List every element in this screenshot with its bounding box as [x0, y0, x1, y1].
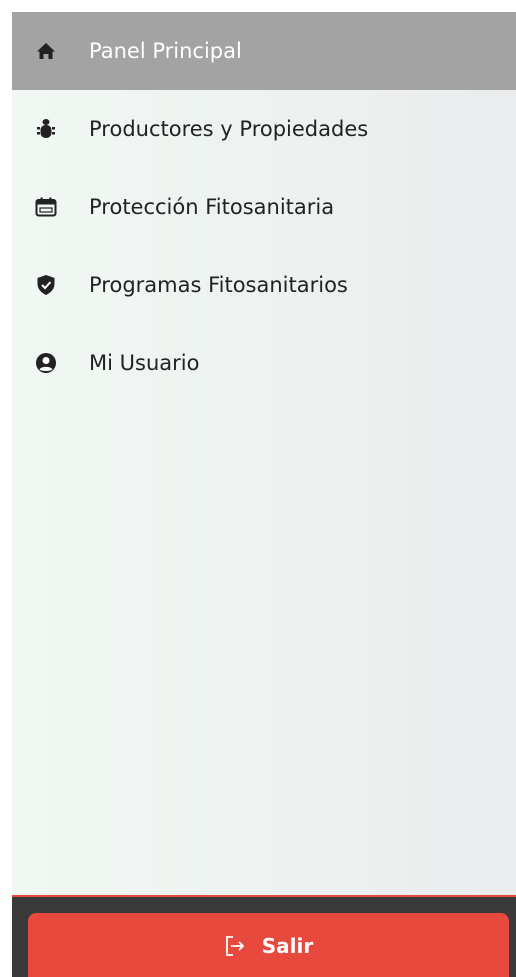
user-circle-icon — [35, 352, 57, 374]
sidebar-item-label: Productores y Propiedades — [89, 117, 369, 141]
sidebar-item-mi-usuario[interactable]: Mi Usuario — [12, 324, 516, 402]
logout-button[interactable]: Salir — [28, 913, 509, 977]
sidebar-item-label: Mi Usuario — [89, 351, 200, 375]
calendar-icon — [35, 196, 57, 218]
sidebar-footer: Salir — [12, 895, 516, 977]
home-icon — [35, 40, 57, 62]
sidebar-item-programas[interactable]: Programas Fitosanitarios — [12, 246, 516, 324]
sidebar-item-label: Programas Fitosanitarios — [89, 273, 348, 297]
logout-label: Salir — [261, 934, 314, 958]
sidebar-item-proteccion[interactable]: Protección Fitosanitaria — [12, 168, 516, 246]
sidebar-item-label: Panel Principal — [89, 39, 242, 63]
sidebar-item-label: Protección Fitosanitaria — [89, 195, 335, 219]
sidebar: Panel Principal Productores y Propiedade… — [12, 12, 516, 977]
sidebar-item-panel-principal[interactable]: Panel Principal — [12, 12, 516, 90]
shield-check-icon — [35, 274, 57, 296]
bug-icon — [35, 118, 57, 140]
sign-out-icon — [224, 935, 246, 957]
sidebar-item-productores[interactable]: Productores y Propiedades — [12, 90, 516, 168]
sidebar-nav: Panel Principal Productores y Propiedade… — [12, 12, 516, 402]
